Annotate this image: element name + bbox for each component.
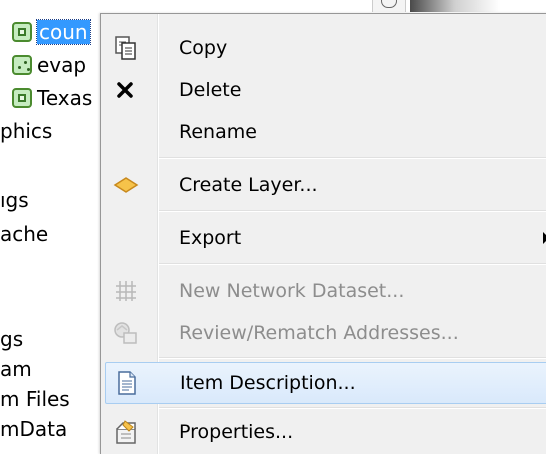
point-layer-icon: [12, 55, 32, 75]
menu-item-label: New Network Dataset...: [179, 280, 405, 302]
menu-separator: [159, 263, 546, 265]
menu-item-delete[interactable]: Delete: [103, 69, 546, 111]
tree-item-coun[interactable]: coun: [0, 18, 91, 46]
menu-item-new-network-dataset[interactable]: New Network Dataset...: [103, 270, 546, 312]
background-tab: [372, 0, 406, 12]
tree-item-label: m Files: [0, 387, 70, 411]
menu-item-copy[interactable]: Copy: [103, 27, 546, 69]
menu-separator: [159, 407, 546, 409]
menu-item-label: Create Layer...: [179, 174, 318, 196]
menu-item-create-layer[interactable]: Create Layer...: [103, 164, 546, 206]
tree-item[interactable]: am: [0, 355, 32, 383]
copy-icon: [113, 35, 139, 61]
rematch-addresses-icon: [113, 320, 139, 346]
tree-item-label: ache: [0, 222, 49, 246]
create-layer-icon: [113, 172, 139, 198]
menu-item-label: Export: [179, 227, 242, 249]
menu-item-label: Review/Rematch Addresses...: [179, 322, 459, 344]
menu-separator: [159, 357, 546, 359]
tree-item-label: Texas: [37, 86, 93, 110]
tree-item-label: phics: [0, 119, 53, 143]
menu-item-label: Item Description...: [180, 372, 356, 394]
tree-item-texas[interactable]: Texas: [0, 84, 92, 112]
network-dataset-icon: [113, 278, 139, 304]
tree-item[interactable]: m Files: [0, 385, 70, 413]
tree-item-label: coun: [36, 19, 91, 45]
tree-item[interactable]: ıgs: [0, 186, 29, 214]
tree-item-label: ıgs: [0, 188, 29, 212]
menu-separator: [159, 210, 546, 212]
menu-item-rename[interactable]: Rename: [103, 111, 546, 153]
tree-item[interactable]: phics: [0, 117, 52, 145]
menu-item-label: Properties...: [179, 421, 294, 443]
item-description-icon: [114, 370, 140, 396]
tree-item-label: gs: [0, 327, 24, 351]
background-toolbar: [410, 0, 500, 12]
tree-item[interactable]: gs: [0, 325, 23, 353]
tree-item-label: evap: [37, 53, 87, 77]
menu-item-item-description[interactable]: Item Description...: [105, 362, 546, 404]
properties-icon: [113, 419, 139, 445]
menu-item-export[interactable]: Export: [103, 217, 546, 259]
raster-layer-icon: [12, 22, 32, 42]
menu-item-review-rematch-addresses[interactable]: Review/Rematch Addresses...: [103, 312, 546, 354]
menu-item-properties[interactable]: Properties...: [103, 411, 546, 453]
menu-item-label: Copy: [179, 37, 228, 59]
tree-item[interactable]: mData: [0, 415, 67, 443]
menu-separator: [159, 157, 546, 159]
menu-item-label: Rename: [179, 121, 257, 143]
delete-icon: [113, 77, 139, 103]
tree-item[interactable]: ache: [0, 220, 48, 248]
raster-layer-icon: [12, 88, 32, 108]
context-menu: Copy Delete Rename Create Layer... Expor…: [100, 13, 546, 454]
tree-item-evap[interactable]: evap: [0, 51, 86, 79]
menu-item-label: Delete: [179, 79, 242, 101]
tree-item-label: am: [0, 357, 32, 381]
tree-item-label: mData: [0, 417, 68, 441]
